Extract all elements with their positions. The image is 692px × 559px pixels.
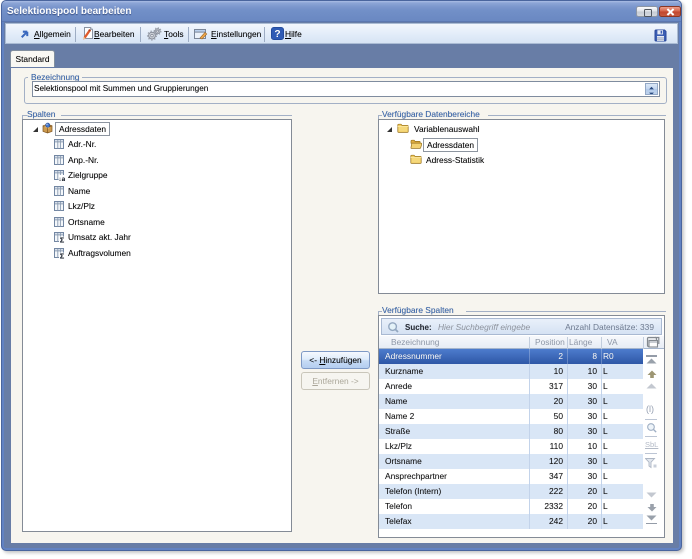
svg-text:Σ: Σ <box>60 236 65 243</box>
svg-text:?: ? <box>274 29 280 40</box>
svg-text:Σ: Σ <box>60 252 65 259</box>
svg-text:↓a: ↓a <box>58 176 65 181</box>
